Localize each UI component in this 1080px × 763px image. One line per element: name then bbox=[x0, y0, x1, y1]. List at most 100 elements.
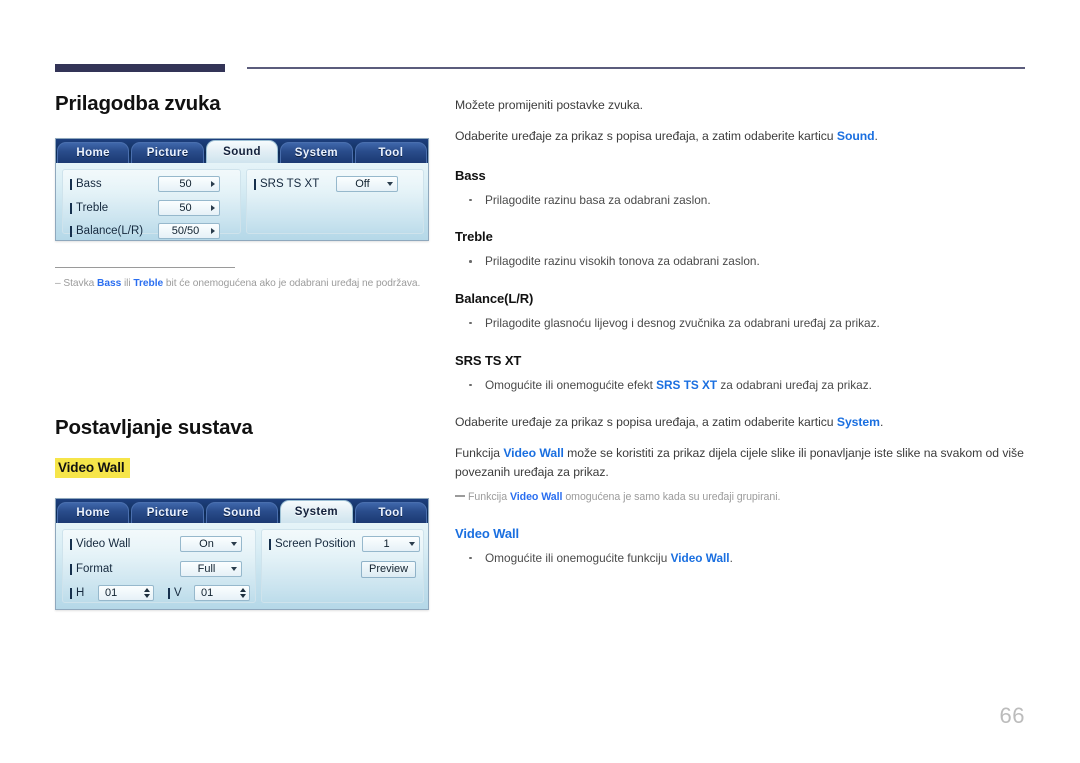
chevron-right-icon[interactable] bbox=[211, 205, 215, 211]
bullet-text: Prilagodite glasnoću lijevog i desnog zv… bbox=[485, 315, 880, 330]
label-video-wall: Video Wall bbox=[76, 538, 131, 550]
field-v[interactable]: 01 bbox=[194, 585, 250, 601]
section-1-right-column: Možete promijeniti postavke zvuka. Odabe… bbox=[455, 96, 1030, 400]
note-mid: ili bbox=[121, 278, 134, 289]
osd-tabbar-sound: Home Picture Sound System Tool bbox=[56, 139, 428, 163]
label-screen-position: Screen Position bbox=[275, 538, 356, 550]
value-v: 01 bbox=[201, 587, 214, 599]
para-pre: Funkcija bbox=[455, 446, 504, 461]
spinner-v-icon[interactable] bbox=[240, 588, 246, 598]
row-balance: Balance(L/R) 50/50 bbox=[70, 222, 230, 240]
field-screen-position[interactable]: 1 bbox=[362, 536, 420, 552]
row-preview: Preview bbox=[361, 560, 417, 578]
intro-paragraph-sound-2: Odaberite uređaje za prikaz s popisa ure… bbox=[455, 127, 1030, 145]
value-video-wall: On bbox=[199, 538, 214, 550]
intro2-pre: Odaberite uređaje za prikaz s popisa ure… bbox=[455, 415, 837, 429]
heading-balance: Balance(L/R) bbox=[455, 290, 534, 306]
bullet-list-srs-ts-xt: Omogućite ili onemogućite efekt SRS TS X… bbox=[455, 377, 1030, 395]
section-2-left-column: Postavljanje sustava Video Wall Home Pic… bbox=[55, 416, 435, 610]
para-link-video-wall: Video Wall bbox=[503, 446, 564, 461]
list-item: Prilagodite glasnoću lijevog i desnog zv… bbox=[455, 315, 1030, 333]
row-screen-position: Screen Position 1 bbox=[269, 535, 420, 553]
tab-system[interactable]: System bbox=[280, 500, 353, 523]
dashnote-video-wall: Funkcija Video Wall omogućena je samo ka… bbox=[455, 490, 1030, 506]
chevron-down-icon[interactable] bbox=[409, 542, 415, 546]
bullet-list-video-wall: Omogućite ili onemogućite funkciju Video… bbox=[455, 550, 1030, 568]
note-pre: Stavka bbox=[63, 278, 98, 289]
note-text-sound: ‒ Stavka Bass ili Treble bit će onemoguć… bbox=[55, 277, 435, 292]
note-block-sound: ‒ Stavka Bass ili Treble bit će onemoguć… bbox=[55, 267, 435, 292]
tab-picture[interactable]: Picture bbox=[131, 142, 204, 163]
label-format: Format bbox=[76, 563, 113, 575]
page-title-sound: Prilagodba zvuka bbox=[55, 92, 221, 115]
bullet-tick-icon bbox=[254, 178, 256, 190]
list-item: Prilagodite razinu visokih tonova za oda… bbox=[455, 253, 1030, 271]
field-balance[interactable]: 50/50 bbox=[158, 223, 220, 239]
chevron-down-icon[interactable] bbox=[231, 542, 237, 546]
list-item: Prilagodite razinu basa za odabrani zasl… bbox=[455, 192, 1030, 210]
field-treble[interactable]: 50 bbox=[158, 200, 220, 216]
bullet-text-pre: Omogućite ili onemogućite funkciju bbox=[485, 550, 671, 565]
value-treble: 50 bbox=[179, 202, 192, 214]
video-wall-description: Funkcija Video Wall može se koristiti za… bbox=[455, 444, 1030, 481]
tab-home[interactable]: Home bbox=[57, 502, 130, 523]
row-video-wall: Video Wall On bbox=[70, 535, 250, 553]
bullet-list-bass: Prilagodite razinu basa za odabrani zasl… bbox=[455, 192, 1030, 210]
chevron-down-icon[interactable] bbox=[387, 182, 393, 186]
page-title-system: Postavljanje sustava bbox=[55, 416, 253, 439]
heading-treble: Treble bbox=[455, 229, 493, 245]
bullet-tick-icon bbox=[70, 225, 72, 237]
spinner-h-icon[interactable] bbox=[144, 588, 150, 598]
preview-button[interactable]: Preview bbox=[361, 560, 417, 578]
field-video-wall[interactable]: On bbox=[180, 536, 242, 552]
field-bass[interactable]: 50 bbox=[158, 176, 220, 192]
row-format: Format Full bbox=[70, 560, 250, 578]
field-format[interactable]: Full bbox=[180, 561, 242, 577]
note-post: bit će onemogućena ako je odabrani uređa… bbox=[163, 278, 421, 289]
dashnote-post: omogućena je samo kada su uređaji grupir… bbox=[562, 490, 781, 503]
value-srs-ts-xt: Off bbox=[355, 178, 370, 190]
tab-home[interactable]: Home bbox=[57, 142, 130, 163]
bullet-link: Video Wall bbox=[670, 550, 730, 565]
section-2-right-column: Odaberite uređaje za prikaz s popisa ure… bbox=[455, 413, 1030, 573]
row-bass: Bass 50 bbox=[70, 175, 230, 193]
osd-panel-sound: Home Picture Sound System Tool Bass 50 T… bbox=[55, 138, 429, 241]
label-bass: Bass bbox=[76, 178, 102, 190]
chevron-down-icon[interactable] bbox=[231, 567, 237, 571]
label-srs-ts-xt: SRS TS XT bbox=[260, 178, 320, 190]
tab-system[interactable]: System bbox=[280, 142, 353, 163]
bullet-tick-icon bbox=[269, 538, 271, 550]
bullet-text: Prilagodite razinu visokih tonova za oda… bbox=[485, 254, 760, 269]
bullet-tick-icon bbox=[70, 563, 72, 575]
intro-paragraph-sound: Možete promijeniti postavke zvuka. bbox=[455, 98, 643, 112]
list-item: Omogućite ili onemogućite efekt SRS TS X… bbox=[455, 377, 1030, 395]
dashnote-pre: Funkcija bbox=[468, 490, 510, 503]
page-number: 66 bbox=[999, 703, 1025, 728]
bullet-link: SRS TS XT bbox=[656, 377, 718, 392]
tab-picture[interactable]: Picture bbox=[131, 502, 204, 523]
intro2-link-system: System bbox=[836, 415, 880, 429]
section-1-left-column: Prilagodba zvuka Home Picture Sound Syst… bbox=[55, 92, 435, 292]
heading-bass: Bass bbox=[455, 167, 486, 183]
tab-sound[interactable]: Sound bbox=[205, 502, 279, 523]
osd-body-sound: Bass 50 Treble 50 Balance(L/R) 50/50 SRS… bbox=[56, 163, 428, 240]
row-treble: Treble 50 bbox=[70, 199, 230, 217]
tab-tool[interactable]: Tool bbox=[354, 142, 428, 163]
tab-tool[interactable]: Tool bbox=[354, 502, 428, 523]
note-bold-bass: Bass bbox=[97, 278, 122, 289]
chevron-right-icon[interactable] bbox=[211, 181, 215, 187]
row-srs-ts-xt: SRS TS XT Off bbox=[254, 175, 419, 193]
field-srs-ts-xt[interactable]: Off bbox=[336, 176, 398, 192]
chevron-right-icon[interactable] bbox=[211, 228, 215, 234]
bullet-tick-icon bbox=[70, 202, 72, 214]
value-bass: 50 bbox=[179, 178, 192, 190]
header-rule-thick bbox=[55, 64, 225, 72]
header-rule-thin bbox=[247, 67, 1025, 69]
intro2-pre: Odaberite uređaje za prikaz s popisa ure… bbox=[455, 129, 837, 144]
bullet-text-post: za odabrani uređaj za prikaz. bbox=[717, 377, 872, 392]
tab-sound[interactable]: Sound bbox=[205, 140, 279, 163]
intro2-post: . bbox=[879, 415, 884, 429]
bullet-text-post: . bbox=[729, 550, 733, 565]
value-screen-position: 1 bbox=[383, 538, 390, 550]
field-h[interactable]: 01 bbox=[98, 585, 154, 601]
